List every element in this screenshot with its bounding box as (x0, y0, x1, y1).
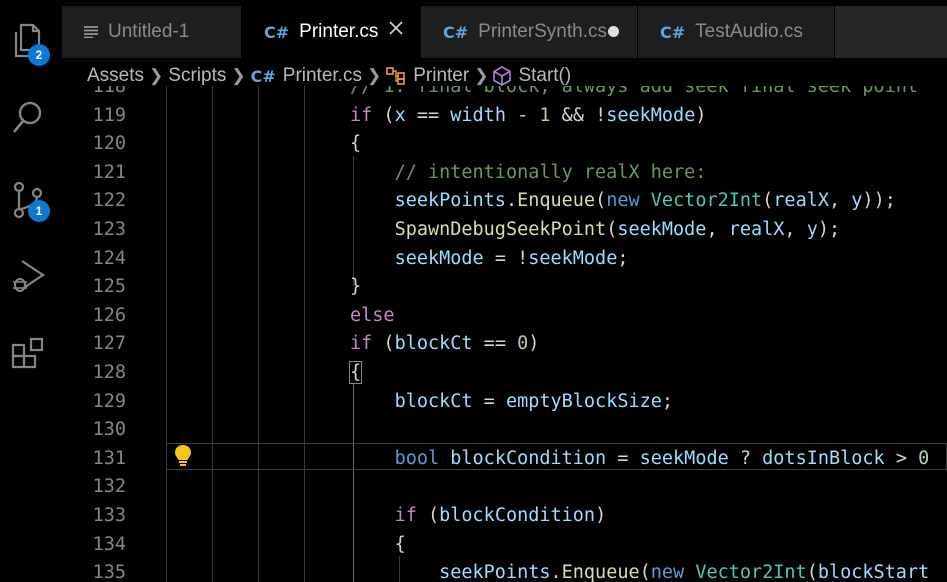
line-code: seekPoints.Enqueue(new Vector2Int(blockS… (439, 562, 930, 582)
code-line[interactable]: 129 blockCt = emptyBlockSize; (56, 388, 947, 417)
line-number: 125 (92, 276, 126, 298)
search-button[interactable] (0, 94, 56, 142)
line-code: seekMode = !seekMode; (394, 247, 629, 269)
code-editor[interactable]: 118 // 1. final block, always add seek fi… (56, 86, 947, 582)
tab-label: TestAudio.cs (695, 21, 803, 42)
tab-label: PrinterSynth.cs (478, 21, 607, 42)
line-number: 129 (92, 390, 126, 412)
tab-testaudio-cs[interactable]: C# TestAudio.cs (638, 6, 834, 58)
extensions-icon (11, 337, 44, 369)
run-debug-icon (13, 260, 45, 292)
code-line[interactable]: 125} (56, 273, 947, 302)
line-number: 130 (92, 419, 126, 441)
explorer-badge: 2 (28, 44, 50, 66)
line-code: { (394, 533, 406, 555)
line-number: 135 (92, 562, 126, 582)
code-line[interactable]: 134 { (56, 531, 947, 560)
line-number: 121 (92, 161, 126, 183)
line-code: if (blockCondition) (394, 505, 607, 526)
line-number: 127 (92, 333, 126, 355)
line-code: if (x == width - 1 && !seekMode) (350, 104, 707, 126)
line-code: bool blockCondition = seekMode ? dotsInB… (394, 447, 930, 469)
line-number: 131 (92, 447, 126, 469)
class-icon (386, 67, 406, 85)
line-code: else (350, 304, 395, 326)
breadcrumb-start-method[interactable]: Start() (518, 65, 571, 87)
line-number: 122 (92, 190, 126, 212)
code-line[interactable]: 127 if (blockCt == 0) (56, 330, 947, 359)
tab-untitled-1[interactable]: Untitled-1 (62, 6, 241, 58)
line-code: blockCt = emptyBlockSize; (394, 390, 674, 412)
line-number: 119 (92, 104, 126, 126)
search-icon (12, 101, 42, 133)
line-number: 128 (92, 362, 126, 383)
tab-bar-empty-area (835, 6, 947, 58)
code-line[interactable]: 119 if (x == width - 1 && !seekMode) (56, 102, 947, 131)
breadcrumb-scripts[interactable]: Scripts (168, 65, 226, 87)
tab-label: Untitled-1 (108, 21, 190, 42)
chevron-right-icon: ❯ (474, 66, 489, 85)
close-icon[interactable] (388, 20, 404, 42)
line-number: 134 (92, 533, 126, 555)
code-line[interactable]: 126 else (56, 302, 947, 331)
csharp-icon: C# (443, 22, 469, 42)
line-code: SpawnDebugSeekPoint(seekMode, realX, y); (394, 219, 841, 240)
code-line[interactable]: 135 seekPoints.Enqueue(new Vector2Int(bl… (56, 559, 947, 582)
line-code: { (348, 361, 363, 384)
line-code: seekPoints.Enqueue(new Vector2Int(realX,… (394, 190, 896, 212)
explorer-button[interactable]: 2 (0, 17, 56, 66)
line-number: 126 (92, 304, 126, 326)
tab-label: Printer.cs (299, 21, 379, 42)
breadcrumb-printer-cs[interactable]: Printer.cs (283, 65, 362, 87)
line-number: 124 (92, 247, 126, 269)
line-number: 132 (92, 476, 126, 498)
code-line[interactable]: 124 seekMode = !seekMode; (56, 245, 947, 274)
breadcrumb-assets[interactable]: Assets (87, 65, 144, 87)
tab-printer-cs[interactable]: C# Printer.cs (242, 6, 420, 58)
breadcrumb-printer-class[interactable]: Printer (413, 65, 469, 87)
chevron-right-icon: ❯ (231, 66, 246, 85)
code-line[interactable]: 123 SpawnDebugSeekPoint(seekMode, realX,… (56, 216, 947, 245)
method-icon (493, 66, 512, 86)
csharp-icon: C# (264, 22, 290, 42)
line-code: } (350, 276, 362, 298)
code-line[interactable]: 118 // 1. final block, always add seek fi… (56, 86, 947, 102)
unsaved-dot-icon[interactable] (608, 26, 619, 37)
line-number: 123 (92, 219, 126, 240)
chevron-right-icon: ❯ (366, 66, 382, 85)
chevron-right-icon: ❯ (149, 66, 164, 85)
tab-bar: Untitled-1 C# Printer.cs C# PrinterSynth… (62, 6, 947, 58)
code-line[interactable]: 128 { (56, 359, 947, 388)
csharp-icon: C# (660, 22, 686, 42)
code-line[interactable]: 120 { (56, 130, 947, 159)
code-line[interactable]: 122 seekPoints.Enqueue(new Vector2Int(re… (56, 187, 947, 216)
text-file-icon (84, 26, 98, 38)
line-number: 120 (92, 133, 126, 155)
source-control-button[interactable]: 1 (0, 176, 56, 224)
source-control-badge: 1 (28, 200, 50, 222)
line-code: { (350, 133, 362, 155)
tab-printersynth-cs[interactable]: C# PrinterSynth.cs (421, 6, 637, 58)
code-line[interactable]: 132 (56, 473, 947, 502)
line-code: // intentionally realX here: (394, 161, 707, 183)
run-debug-button[interactable] (0, 252, 56, 300)
activity-bar: 2 1 (0, 0, 56, 582)
line-code: // 1. final block, always add seek final… (350, 86, 919, 97)
csharp-icon: C# (250, 66, 276, 86)
code-line[interactable]: 133 if (blockCondition) (56, 502, 947, 531)
line-code: if (blockCt == 0) (350, 333, 540, 355)
line-number: 133 (92, 505, 126, 526)
line-number: 118 (92, 86, 126, 97)
code-line[interactable]: 121 // intentionally realX here: (56, 159, 947, 188)
extensions-button[interactable] (0, 330, 56, 378)
code-line[interactable]: 130 (56, 416, 947, 445)
code-line[interactable]: 131 bool blockCondition = seekMode ? dot… (56, 445, 947, 474)
